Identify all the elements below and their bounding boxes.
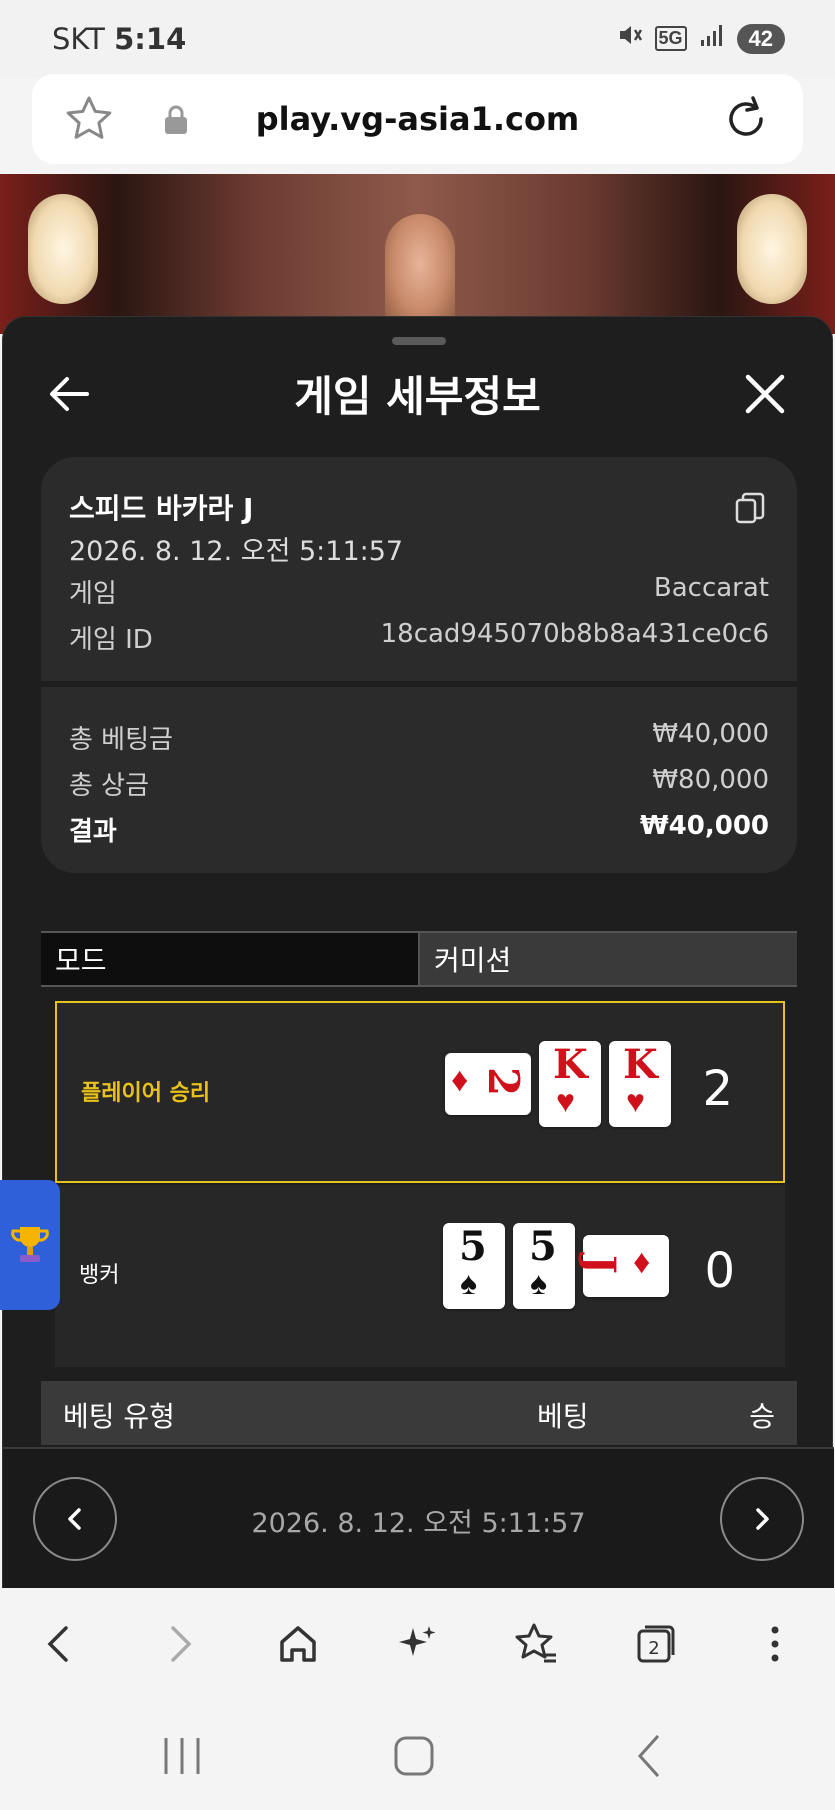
detail-value[interactable]: 18cad945070b8b8a431ce0c6: [381, 619, 769, 656]
playing-card: 5 ♠: [443, 1223, 505, 1309]
game-summary-card: 스피드 바카라 J 2026. 8. 12. 오전 5:11:57 게임 Bac…: [41, 457, 797, 873]
mode-tabs: 모드 커미션: [41, 931, 797, 987]
col-win: 승: [749, 1400, 775, 1433]
chevron-left-icon: [47, 1626, 68, 1662]
battery-indicator: 42: [736, 23, 785, 54]
chevron-right-icon: [756, 1508, 769, 1530]
recent-apps-icon[interactable]: [152, 1728, 212, 1784]
back-nav-icon[interactable]: [620, 1728, 680, 1784]
tabs-icon: 2: [637, 1625, 675, 1663]
card-suit: ♠: [530, 1265, 547, 1301]
card-rank: K: [553, 1041, 588, 1088]
card-rank: K: [623, 1041, 658, 1088]
more-menu-button[interactable]: [745, 1614, 805, 1674]
player-score: 2: [702, 1061, 733, 1117]
status-bar: SKT 5:14 5G 42: [0, 0, 835, 78]
dealer-video: [385, 214, 455, 324]
game-details-sheet: 게임 세부정보 스피드 바카라 J 2026. 8. 12. 오전 5:11:5…: [2, 316, 834, 1589]
round-navigator: 2026. 8. 12. 오전 5:11:57: [3, 1447, 834, 1589]
banker-score: 0: [704, 1243, 735, 1299]
game-name: 스피드 바카라 J: [69, 492, 254, 525]
signal-icon: [699, 22, 725, 55]
detail-value: Baccarat: [653, 573, 769, 603]
home-button[interactable]: [268, 1614, 328, 1674]
kebab-menu-icon: [771, 1626, 779, 1662]
svg-text:2: 2: [648, 1638, 659, 1659]
tab-mode[interactable]: 모드: [41, 933, 420, 985]
status-icons: 5G 42: [617, 22, 785, 55]
player-result-label: 플레이어 승리: [81, 1081, 211, 1106]
bookmarks-button[interactable]: [507, 1614, 567, 1674]
total-prize-row: 총 상금 ₩80,000: [69, 765, 769, 802]
reload-icon[interactable]: [719, 92, 773, 146]
detail-label: 게임: [69, 579, 117, 609]
status-carrier: SKT 5:14: [52, 22, 187, 56]
card-rank: 2: [479, 1066, 529, 1097]
total-bet-row: 총 베팅금 ₩40,000: [69, 719, 769, 756]
total-label: 총 베팅금: [69, 725, 173, 755]
card-suit: ♦: [451, 1061, 469, 1099]
banker-hand: 뱅커 5 ♠ 5 ♠ J ♦ 0: [55, 1185, 785, 1367]
total-value: ₩40,000: [652, 719, 769, 749]
card-divider: [41, 681, 797, 687]
sheet-title: 게임 세부정보: [294, 372, 541, 421]
copy-icon[interactable]: [733, 491, 767, 525]
card-suit: ♥: [626, 1083, 645, 1119]
playing-card: K ♥: [539, 1041, 601, 1127]
tabs-button[interactable]: 2: [626, 1614, 686, 1674]
card-rank: 5: [459, 1223, 487, 1270]
lantern-decoration: [737, 194, 807, 304]
sparkle-icon: [399, 1626, 436, 1656]
address-bar[interactable]: play.vg-asia1.com: [32, 74, 803, 164]
next-round-button[interactable]: [720, 1477, 804, 1561]
card-rank: J: [576, 1255, 624, 1274]
card-rank: 5: [529, 1223, 557, 1270]
banker-label: 뱅커: [79, 1263, 120, 1288]
player-hand: 플레이어 승리 ♦ 2 K ♥ K ♥ 2: [55, 1001, 785, 1183]
network-label: 5G: [654, 26, 687, 51]
detail-row-game-id: 게임 ID 18cad945070b8b8a431ce0c6: [69, 619, 769, 656]
col-bet: 베팅: [537, 1400, 589, 1433]
card-suit: ♠: [460, 1265, 477, 1301]
trophy-icon: [11, 1227, 49, 1262]
browser-forward-button[interactable]: [149, 1614, 209, 1674]
result-label: 결과: [69, 817, 117, 847]
detail-label: 게임 ID: [69, 625, 153, 655]
lantern-decoration: [28, 194, 98, 304]
playing-card: 5 ♠: [513, 1223, 575, 1309]
detail-row-game: 게임 Baccarat: [69, 573, 769, 610]
playing-card: ♦ 2: [445, 1053, 531, 1115]
bet-table-header: 베팅 유형 베팅 승: [41, 1381, 797, 1445]
chevron-right-icon: [171, 1626, 192, 1662]
player-cards: ♦ 2 K ♥ K ♥: [445, 1039, 671, 1129]
url-text[interactable]: play.vg-asia1.com: [32, 100, 803, 138]
system-navigation-bar: [0, 1700, 835, 1810]
close-icon[interactable]: [738, 367, 792, 421]
total-label: 총 상금: [69, 771, 150, 801]
result-row: 결과 ₩40,000: [69, 811, 769, 848]
home-nav-icon[interactable]: [384, 1728, 444, 1784]
game-datetime: 2026. 8. 12. 오전 5:11:57: [69, 536, 404, 567]
playing-card: K ♥: [609, 1041, 671, 1127]
result-value: ₩40,000: [639, 811, 769, 841]
banker-cards: 5 ♠ 5 ♠ J ♦: [443, 1221, 669, 1311]
playing-card: J ♦: [577, 1235, 669, 1297]
ai-assist-button[interactable]: [387, 1614, 447, 1674]
col-bet-type: 베팅 유형: [63, 1400, 175, 1433]
total-value: ₩80,000: [652, 765, 769, 795]
round-datetime: 2026. 8. 12. 오전 5:11:57: [251, 1508, 586, 1539]
card-suit: ♥: [556, 1083, 575, 1119]
browser-toolbar: 2: [0, 1588, 835, 1700]
trophy-side-button[interactable]: [0, 1180, 60, 1310]
live-video-backdrop: [0, 174, 835, 334]
drag-handle[interactable]: [392, 337, 446, 345]
star-list-icon: [515, 1623, 556, 1663]
status-time: 5:14: [114, 22, 187, 56]
mute-icon: [617, 22, 643, 55]
home-icon: [280, 1626, 316, 1662]
tab-commission[interactable]: 커미션: [420, 933, 797, 985]
card-suit: ♦: [633, 1243, 651, 1281]
browser-back-button[interactable]: [30, 1614, 90, 1674]
